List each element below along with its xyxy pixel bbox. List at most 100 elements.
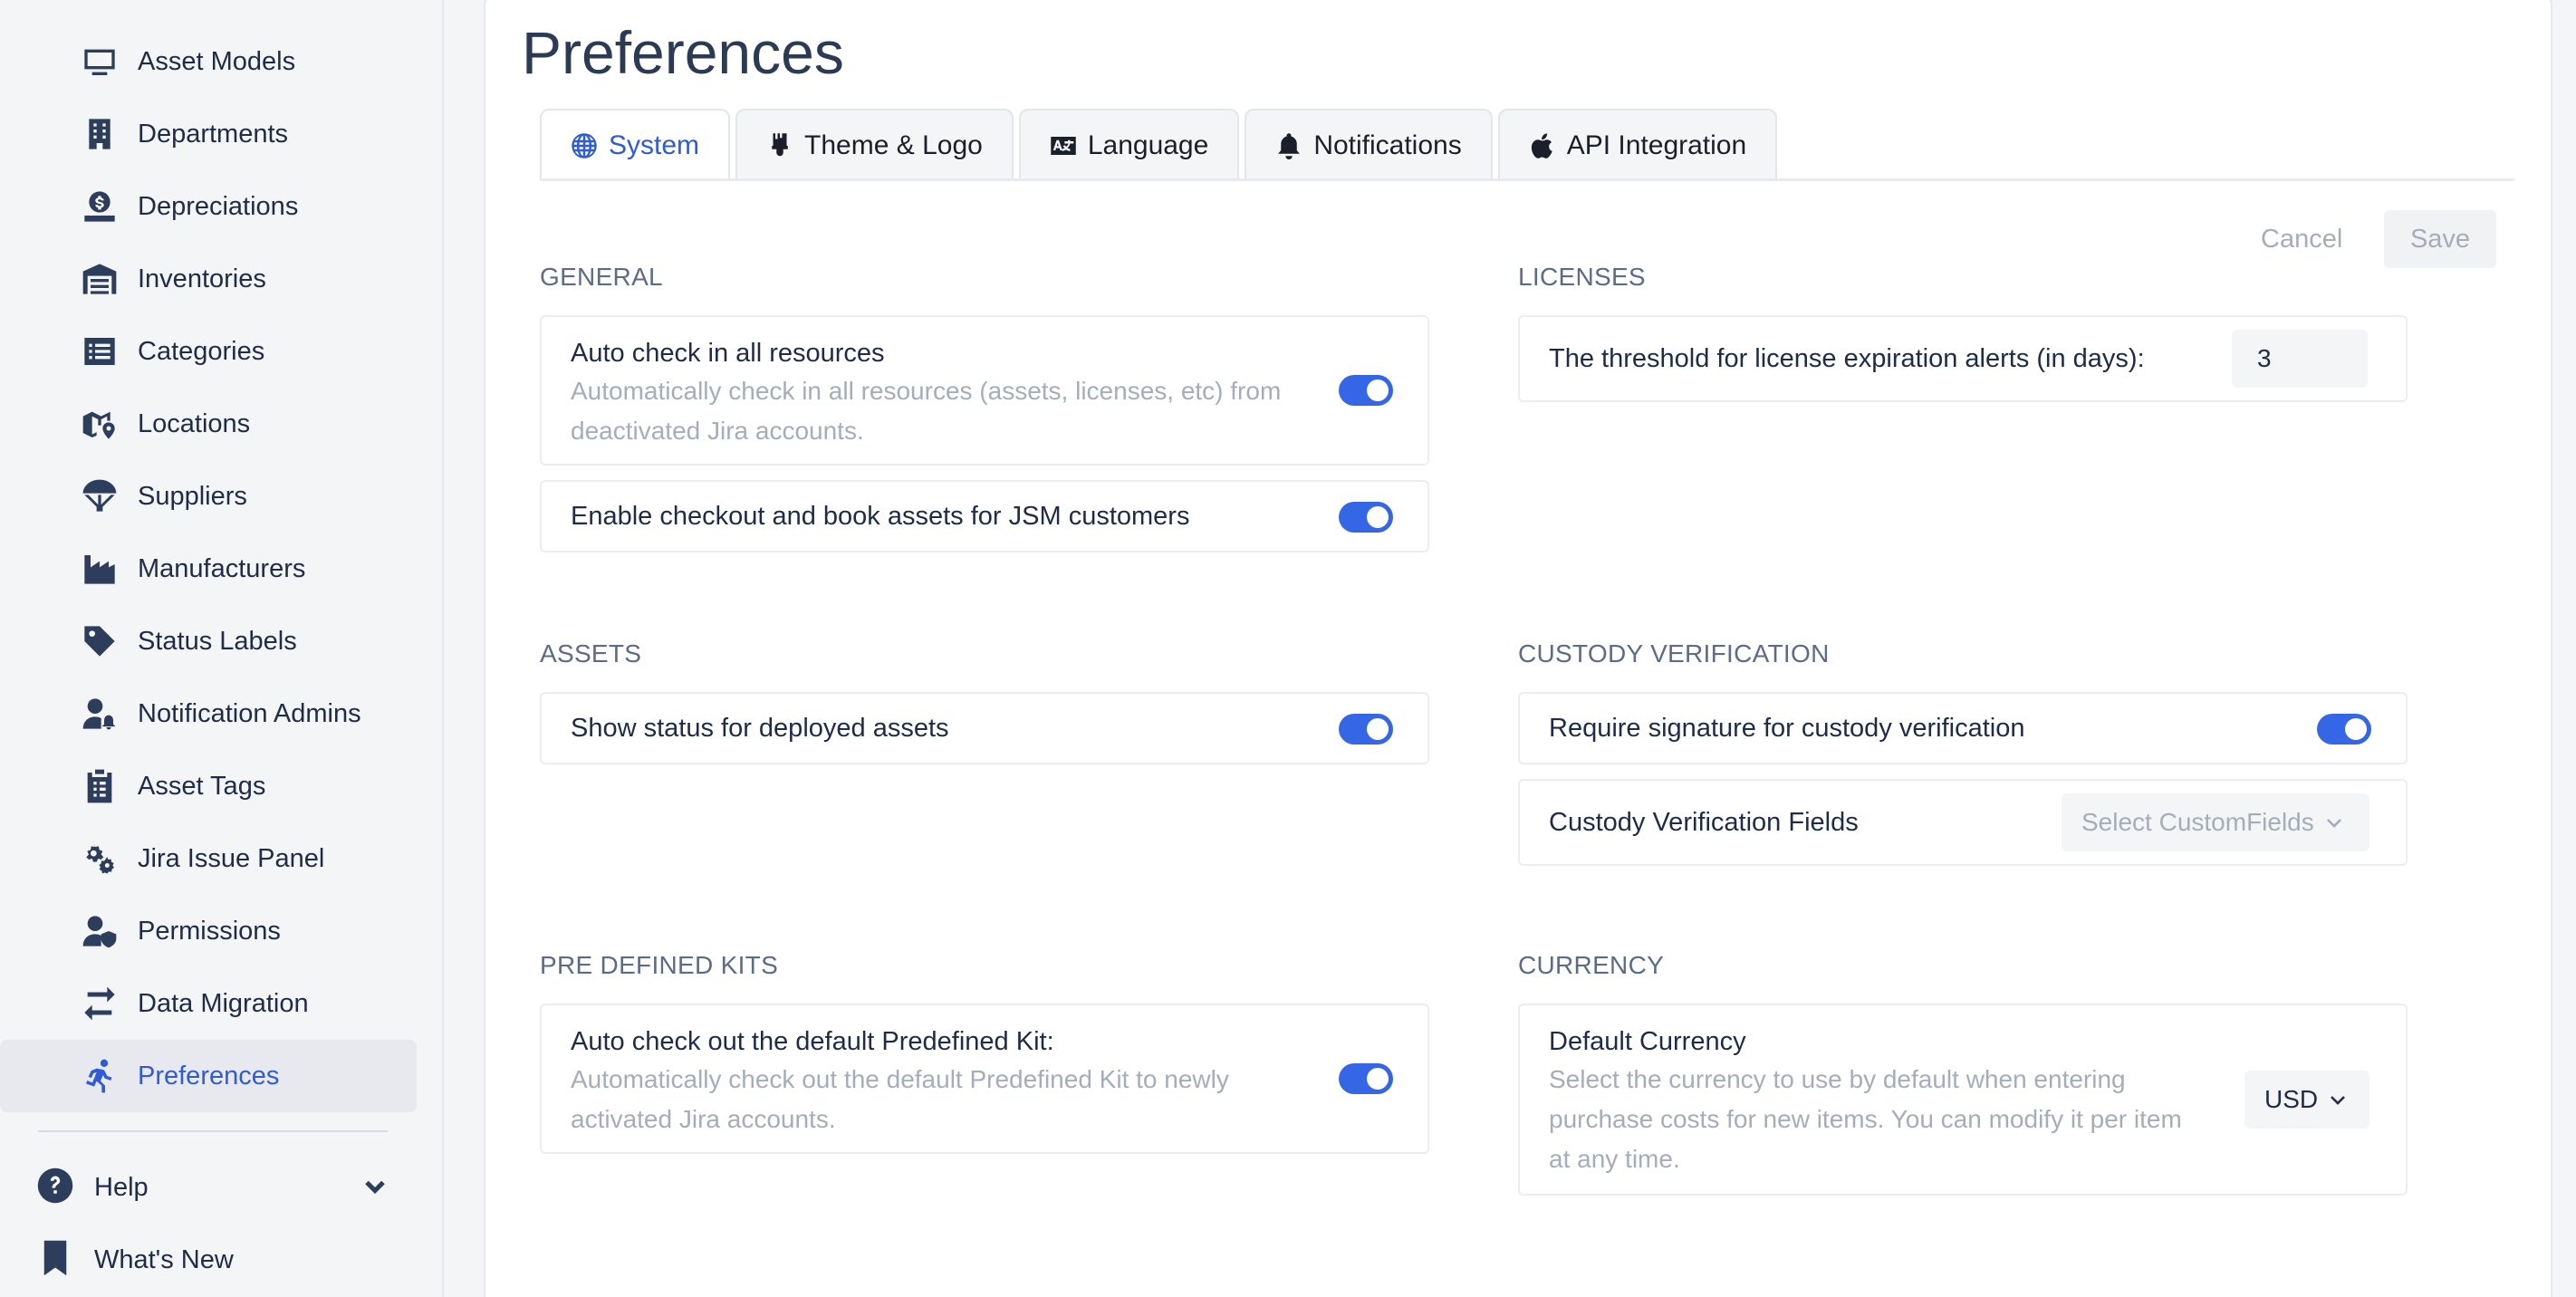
sidebar-item-label: Suppliers [138, 481, 247, 511]
bell-icon [1278, 133, 1301, 159]
auto-checkin-toggle[interactable] [1339, 375, 1393, 406]
sidebar-item-asset-tags[interactable]: Asset Tags [0, 750, 417, 822]
currency-selected-value: USD [2264, 1085, 2319, 1113]
tab-bar: System Theme & Logo Language Notificatio… [540, 109, 1783, 181]
license-threshold-input[interactable] [2232, 330, 2368, 388]
assets-heading: ASSETS [540, 639, 642, 668]
cancel-button[interactable]: Cancel [2243, 210, 2360, 268]
swap-arrows-icon [80, 985, 120, 1022]
parachute-icon [80, 478, 120, 514]
tab-label: Notifications [1313, 130, 1462, 160]
tab-theme-logo[interactable]: Theme & Logo [735, 109, 1014, 181]
tab-label: Theme & Logo [804, 130, 983, 160]
sidebar-item-permissions[interactable]: Permissions [0, 895, 417, 967]
tab-label: System [609, 130, 700, 160]
sidebar-item-label: Inventories [138, 264, 266, 293]
tab-system[interactable]: System [540, 109, 731, 181]
help-menu[interactable]: Help [36, 1156, 149, 1219]
sidebar-item-status-labels[interactable]: Status Labels [0, 605, 417, 677]
default-currency-desc-line-1: Select the currency to use by default wh… [1549, 1065, 2126, 1093]
require-signature-card: Require signature for custody verificati… [1518, 692, 2408, 764]
auto-checkout-desc-line-1: Automatically check out the default Pred… [571, 1065, 1229, 1093]
sidebar-item-label: Jira Issue Panel [138, 843, 325, 873]
sidebar-item-label: Status Labels [138, 626, 297, 656]
show-status-toggle[interactable] [1339, 714, 1393, 745]
general-heading: GENERAL [540, 263, 663, 291]
auto-checkout-title: Auto check out the default Predefined Ki… [571, 1027, 1054, 1056]
building-icon [80, 116, 120, 152]
custody-fields-card: Custody Verification Fields Select Custo… [1518, 779, 2408, 866]
user-shield-icon [80, 913, 120, 949]
list-icon [80, 333, 120, 370]
checkout-jsm-toggle[interactable] [1339, 502, 1393, 533]
auto-checkout-desc-line-2: activated Jira accounts. [571, 1105, 836, 1133]
gears-icon [80, 841, 120, 877]
tabs-divider [540, 178, 2514, 181]
sidebar-item-inventories[interactable]: Inventories [0, 243, 417, 315]
help-circle-icon [36, 1167, 74, 1209]
checkout-jsm-card: Enable checkout and book assets for JSM … [540, 480, 1429, 552]
factory-icon [80, 551, 120, 587]
tab-label: Language [1087, 130, 1209, 160]
save-button[interactable]: Save [2384, 210, 2496, 268]
map-pin-icon [80, 406, 120, 442]
default-currency-desc-line-3: at any time. [1549, 1145, 1680, 1173]
page-title: Preferences [522, 19, 844, 86]
sidebar-item-suppliers[interactable]: Suppliers [0, 460, 417, 533]
kits-heading: PRE DEFINED KITS [540, 951, 779, 979]
monitor-icon [80, 43, 120, 80]
sidebar-item-categories[interactable]: Categories [0, 315, 417, 388]
warehouse-icon [80, 261, 120, 297]
sidebar-item-label: Categories [138, 336, 265, 366]
tag-icon [80, 623, 120, 659]
sidebar-item-label: Preferences [138, 1061, 280, 1090]
sidebar-item-depreciations[interactable]: Depreciations [0, 170, 417, 243]
auto-checkin-card: Auto check in all resources Automaticall… [540, 315, 1429, 466]
show-status-label: Show status for deployed assets [571, 714, 949, 743]
checkout-jsm-title: Enable checkout and book assets for JSM … [571, 502, 1190, 531]
sidebar-item-label: Notification Admins [138, 698, 361, 728]
chevron-down-icon[interactable] [359, 1170, 391, 1203]
sidebar-item-locations[interactable]: Locations [0, 388, 417, 460]
custody-fields-label: Custody Verification Fields [1549, 808, 1859, 837]
sidebar-item-label: Asset Models [138, 46, 296, 76]
show-status-card: Show status for deployed assets [540, 692, 1429, 764]
currency-select[interactable]: USD [2244, 1071, 2369, 1129]
sidebar-item-asset-models[interactable]: Asset Models [0, 25, 417, 98]
sidebar: Asset Models Departments Depreciations I… [0, 0, 444, 1297]
sidebar-item-label: Data Migration [138, 988, 309, 1018]
tab-api-integration[interactable]: API Integration [1497, 109, 1778, 181]
chevron-down-icon [2326, 819, 2341, 828]
bookmark-icon [36, 1239, 74, 1282]
sidebar-item-data-migration[interactable]: Data Migration [0, 967, 417, 1040]
tab-language[interactable]: Language [1018, 109, 1240, 181]
auto-checkout-toggle[interactable] [1339, 1063, 1393, 1094]
sidebar-item-label: Permissions [138, 916, 281, 946]
sidebar-item-preferences[interactable]: Preferences [0, 1040, 417, 1112]
license-threshold-card: The threshold for license expiration ale… [1518, 315, 2408, 402]
language-icon [1051, 137, 1076, 155]
main-panel: Preferences System Theme & Logo Language… [485, 0, 2551, 1297]
auto-checkout-card: Auto check out the default Predefined Ki… [540, 1004, 1429, 1154]
require-signature-label: Require signature for custody verificati… [1549, 714, 2025, 743]
whats-new-link[interactable]: What's New [36, 1228, 234, 1292]
sidebar-item-departments[interactable]: Departments [0, 98, 417, 170]
globe-icon [572, 133, 597, 159]
auto-checkin-title: Auto check in all resources [571, 339, 885, 368]
tab-label: API Integration [1566, 130, 1747, 160]
sidebar-item-label: Manufacturers [138, 553, 306, 583]
default-currency-card: Default Currency Select the currency to … [1518, 1004, 2408, 1196]
money-hand-icon [80, 188, 120, 225]
licenses-heading: LICENSES [1518, 263, 1646, 291]
tab-notifications[interactable]: Notifications [1245, 109, 1493, 181]
whats-new-label: What's New [94, 1244, 234, 1274]
sidebar-item-notification-admins[interactable]: Notification Admins [0, 677, 417, 750]
custody-fields-select[interactable]: Select CustomFields [2062, 793, 2369, 851]
sidebar-item-manufacturers[interactable]: Manufacturers [0, 533, 417, 605]
default-currency-desc-line-2: purchase costs for new items. You can mo… [1549, 1105, 2182, 1133]
sidebar-item-jira-issue-panel[interactable]: Jira Issue Panel [0, 822, 417, 895]
license-threshold-label: The threshold for license expiration ale… [1549, 344, 2145, 373]
apple-icon [1531, 133, 1552, 159]
require-signature-toggle[interactable] [2317, 714, 2371, 745]
sidebar-divider [38, 1130, 388, 1132]
